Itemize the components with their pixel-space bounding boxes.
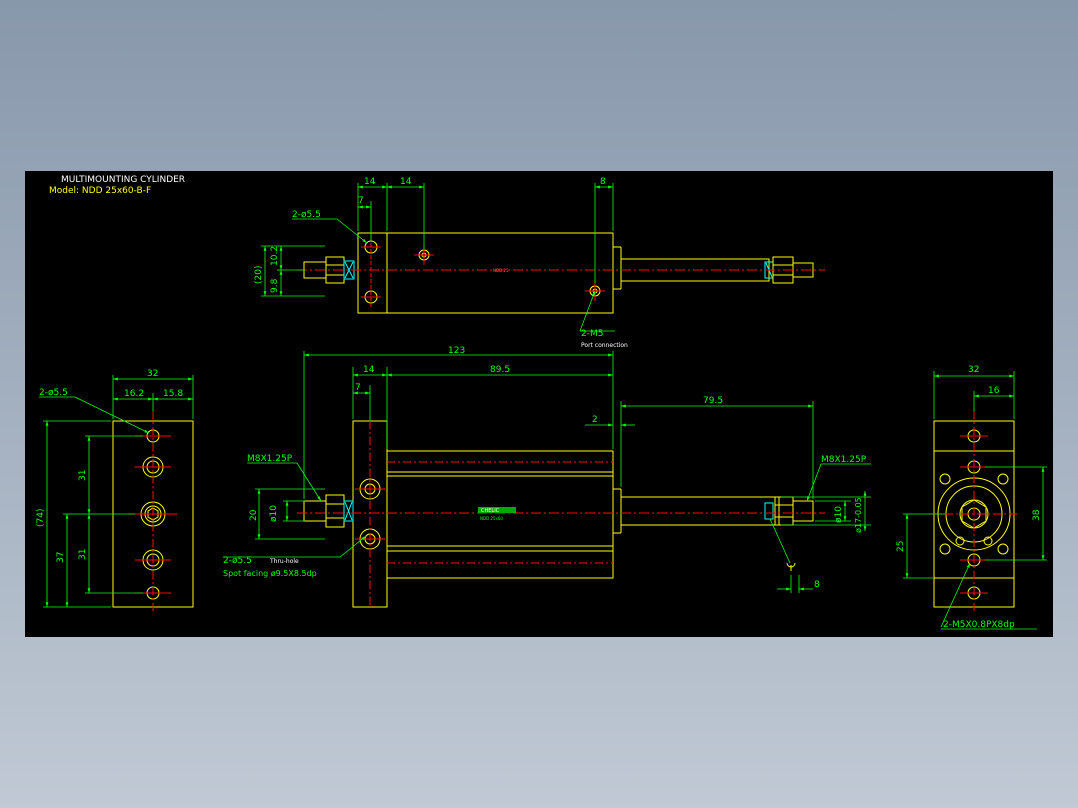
top-dim-8: 8: [600, 177, 606, 187]
front-dim-8: 8: [814, 580, 820, 590]
drawing-title: MULTIMOUNTING CYLINDER: [61, 175, 185, 185]
front-dim-89-5: 89.5: [490, 365, 510, 375]
left-end-view: 32 16.2 15.8 2-ø5.5 (74) 31 31 37: [36, 369, 194, 611]
front-thread-right: M8X1.25P: [821, 455, 867, 465]
top-center-mark: NDD 25: [493, 268, 509, 273]
right-dim-32: 32: [968, 365, 979, 375]
right-dim-38: 38: [1032, 509, 1042, 521]
front-thru-note: Thru-hole: [269, 558, 299, 565]
front-brand-sub: NDD 25x60: [480, 516, 503, 521]
front-dim-d10-left: ø10: [269, 505, 279, 522]
left-dim-37: 37: [56, 552, 66, 563]
left-dim-74: (74): [36, 509, 46, 527]
top-view: NDD 25 14 14 7 8 2-ø5.5 (20) 10.2 9.8 2-…: [254, 177, 825, 349]
left-dim-16-2: 16.2: [124, 389, 144, 399]
cad-drawing: MULTIMOUNTING CYLINDER Model: NDD 25x60-…: [36, 175, 1047, 630]
front-body-outline: [386, 450, 614, 579]
top-dim-14-a: 14: [364, 177, 376, 187]
top-hole-callout: 2-ø5.5: [292, 210, 321, 220]
front-left-thread: [303, 500, 327, 522]
top-dim-9-8: 9.8: [270, 278, 280, 293]
top-dim-14-b: 14: [400, 177, 412, 187]
top-dim-7: 7: [358, 196, 364, 206]
front-dim-d17: ø17-0.05: [854, 497, 863, 533]
left-dim-31-a: 31: [78, 470, 88, 481]
model-label: Model: NDD 25x60-B-F: [49, 186, 151, 196]
left-dim-32: 32: [147, 369, 158, 379]
right-thread-callout: 2-M5X0.8PX8dp: [943, 620, 1015, 630]
right-dim-25: 25: [896, 541, 906, 552]
cad-drawing-canvas[interactable]: MULTIMOUNTING CYLINDER Model: NDD 25x60-…: [25, 171, 1053, 637]
top-dim-20: (20): [254, 266, 264, 284]
front-thread-left: M8X1.25P: [247, 454, 293, 464]
front-dim-79-5: 79.5: [703, 396, 723, 406]
top-flange-outline: [357, 232, 388, 314]
front-dim-123: 123: [448, 346, 465, 356]
left-hole-callout: 2-ø5.5: [39, 388, 68, 398]
front-dim-7: 7: [355, 383, 361, 393]
front-hole-callout: 2-ø5.5: [223, 556, 252, 566]
top-dim-10-2: 10.2: [270, 246, 280, 266]
front-dim-20: 20: [249, 509, 259, 521]
left-dim-15-8: 15.8: [163, 389, 183, 399]
right-end-view: 32 16 38 25 2-M5X0.8PX8dp: [896, 365, 1047, 630]
top-port-note: Port connection: [581, 342, 628, 349]
front-dim-14: 14: [363, 365, 375, 375]
top-body-outline: [386, 232, 614, 314]
front-brand: CHELIC: [481, 508, 500, 514]
right-dim-16: 16: [988, 386, 1000, 396]
front-dim-2: 2: [592, 415, 598, 425]
left-dim-31-b: 31: [78, 549, 88, 560]
front-right-nut: [774, 496, 794, 526]
front-spot-note: Spot facing ø9.5X8.5dp: [223, 569, 317, 578]
front-dim-d10-right: ø10: [834, 506, 844, 523]
top-port-callout: 2-M5: [581, 329, 603, 339]
front-piston-rod: [620, 496, 780, 526]
front-view: CHELIC NDD 25x60 123 14 89.5 7 79.5 2 M8…: [223, 346, 871, 608]
